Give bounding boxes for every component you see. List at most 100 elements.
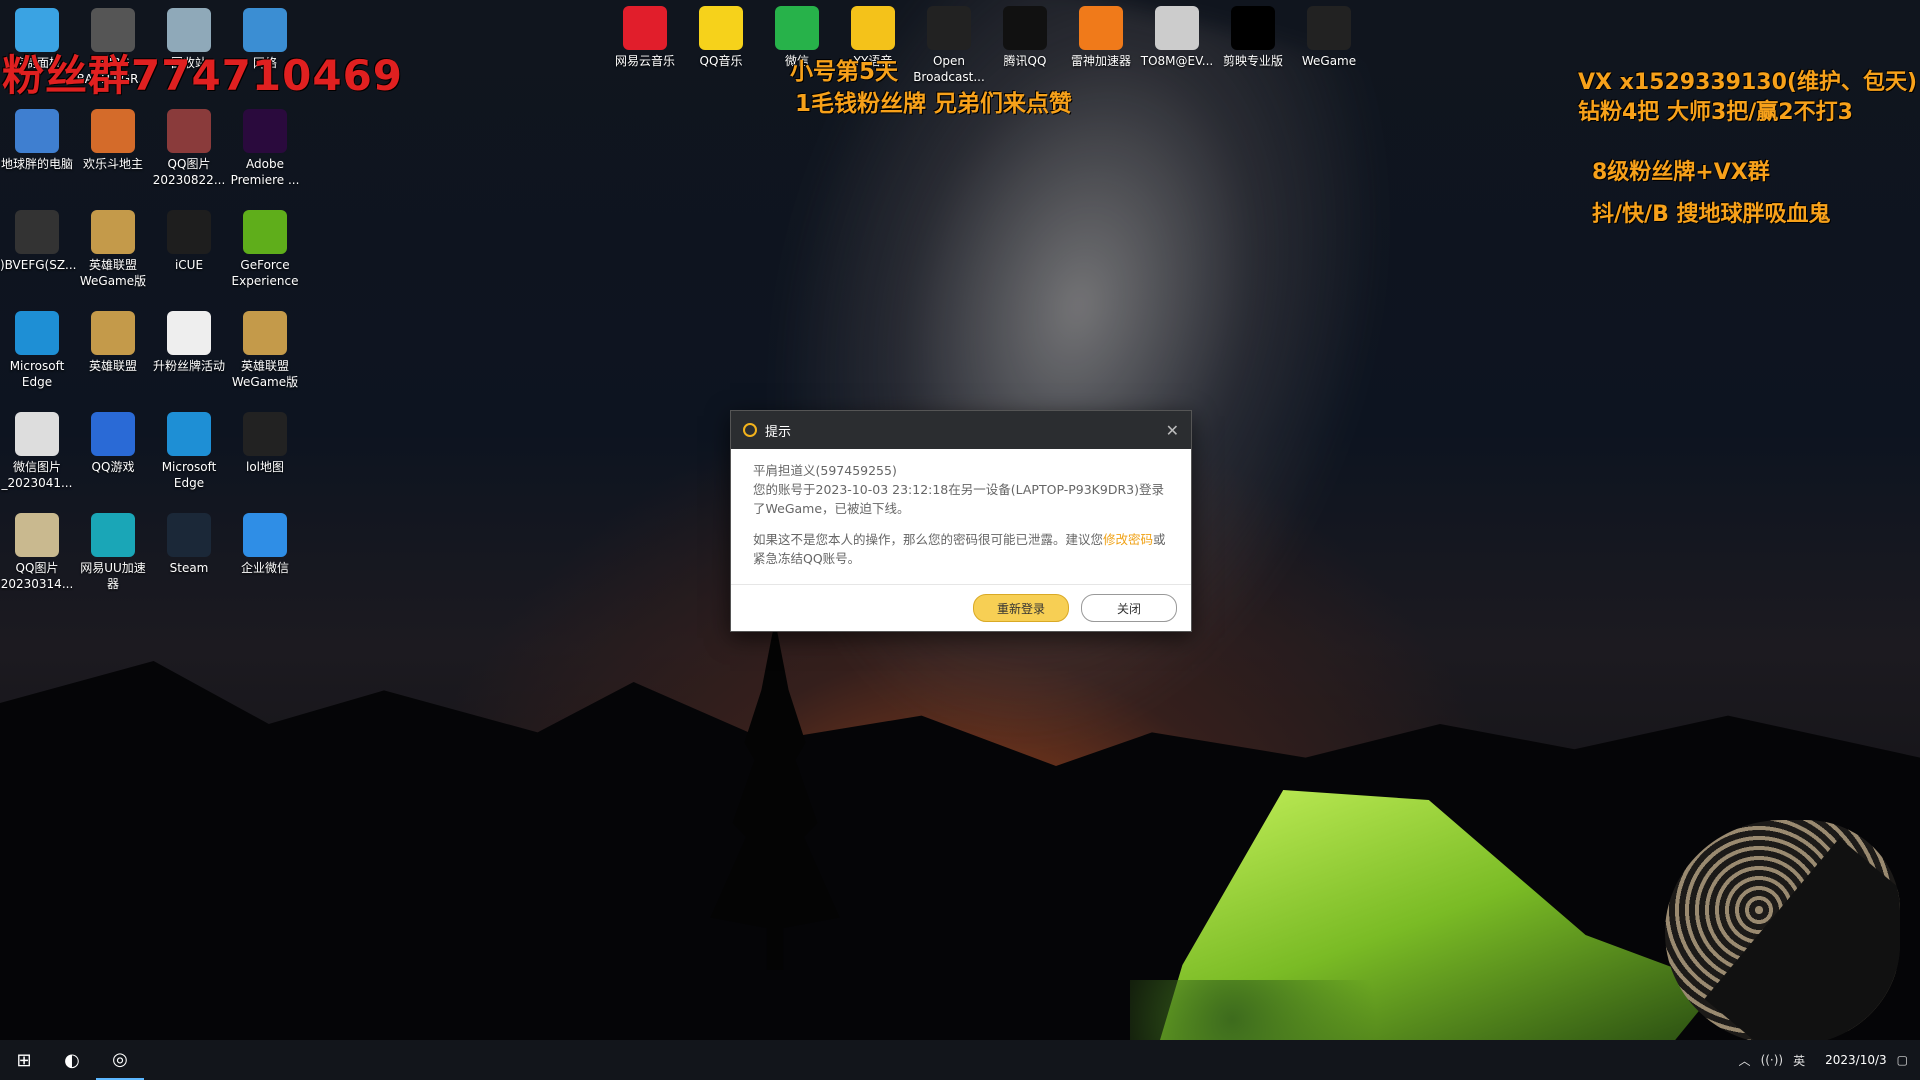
desktop-icon[interactable]: iCUE [152,210,226,273]
desktop-icon-label: GeForce Experience [231,258,299,288]
taskbar: ⊞ ◐ ◎ ︿ ((·)) 英 2023/10/3 ▢ [0,1040,1920,1080]
computer-icon [15,109,59,153]
desktop-icon-label: 网易云音乐 [614,54,675,68]
desktop-icon-label: Adobe Premiere ... [230,157,300,187]
desktop-icon[interactable]: Steam [152,513,226,576]
image-icon [167,109,211,153]
document-icon [167,311,211,355]
lol-icon [91,311,135,355]
desktop-icon-label: 欢乐斗地主 [82,157,143,171]
desktop-icon[interactable]: 英雄联盟WeGame版 [76,210,150,289]
icue-icon [167,210,211,254]
steam-icon [167,513,211,557]
desktop-icon-label: 网易UU加速器 [80,561,146,591]
qq-music-icon [699,6,743,50]
desktop-icon[interactable]: 网易UU加速器 [76,513,150,592]
desktop-icon-label: QQ音乐 [699,54,743,68]
doudizhu-icon [91,109,135,153]
desktop-icon-label: 地球胖的电脑 [0,157,73,171]
dialog-close-icon[interactable]: ✕ [1166,421,1179,440]
desktop-icon-label: 剪映专业版 [1222,54,1283,68]
wegame-logout-dialog: 提示 ✕ 平肩担道义(597459255) 您的账号于2023-10-03 23… [730,410,1192,632]
tray-expand-icon[interactable]: ︿ [1739,1052,1751,1069]
desktop-icon[interactable]: )BVEFG(SZ... [0,210,77,273]
desktop-icon-label: 英雄联盟 [88,359,137,373]
desktop-icon[interactable]: QQ图片20230822... [152,109,226,188]
change-password-link[interactable]: 修改密码 [1103,532,1153,547]
desktop-icon[interactable]: 地球胖的电脑 [0,109,74,172]
edge-icon [15,311,59,355]
desktop-icon[interactable]: Open Broadcast... [912,6,986,85]
map-icon [243,412,287,456]
taskbar-obs-icon[interactable]: ◐ [48,1040,96,1080]
account-name: 平肩担道义(597459255) [753,463,897,478]
overlay-rank-text: 钻粉4把 大师3把/赢2不打3 [1578,100,1853,125]
webcam-overlay [1665,820,1900,1045]
desktop-icon[interactable]: WeGame [1292,6,1366,69]
desktop-icon-label: WeGame [1301,54,1357,68]
dialog-body: 平肩担道义(597459255) 您的账号于2023-10-03 23:12:1… [731,449,1191,568]
capcut-icon [1231,6,1275,50]
image-icon [1155,6,1199,50]
desktop-icon[interactable]: 腾讯QQ [988,6,1062,69]
desktop-icon[interactable]: QQ图片20230314... [0,513,74,592]
dialog-titlebar[interactable]: 提示 ✕ [731,411,1191,449]
desktop-icon[interactable]: lol地图 [228,412,302,475]
desktop-icon-label: Microsoft Edge [9,359,65,389]
desktop-icon[interactable]: 企业微信 [228,513,302,576]
desktop-icon[interactable]: 雷神加速器 [1064,6,1138,69]
desktop-icon[interactable]: 英雄联盟 [76,311,150,374]
desktop-icon[interactable]: QQ音乐 [684,6,758,69]
uu-icon [91,513,135,557]
desktop-icon-label: QQ游戏 [91,460,135,474]
screenshot-icon [15,210,59,254]
geforce-icon [243,210,287,254]
desktop-icon-label: 企业微信 [240,561,289,575]
desktop-icon-label: QQ图片20230822... [152,157,226,187]
edge-icon [167,412,211,456]
taskbar-uu-icon[interactable]: ◎ [96,1040,144,1080]
notification-icon[interactable]: ▢ [1897,1053,1908,1067]
desktop-icon-label: iCUE [174,258,204,272]
leishen-icon [1079,6,1123,50]
desktop-icon-label: 微信图片_2023041... [1,460,73,490]
desktop-icon[interactable]: 微信图片_2023041... [0,412,74,491]
overlay-fan-badge-text: 1毛钱粉丝牌 兄弟们来点赞 [795,91,1073,117]
desktop-icon-label: Open Broadcast... [913,54,985,84]
desktop-icon[interactable]: Adobe Premiere ... [228,109,302,188]
desktop-icon[interactable]: GeForce Experience [228,210,302,289]
tray-wifi-icon[interactable]: ((·)) [1761,1053,1784,1067]
lol-icon [243,311,287,355]
taskbar-date[interactable]: 2023/10/3 [1825,1053,1887,1067]
desktop-icon[interactable]: Microsoft Edge [152,412,226,491]
desktop-icon-label: QQ图片20230314... [0,561,74,591]
desktop-icon[interactable]: 升粉丝牌活动 [152,311,226,374]
desktop-icon-label: lol地图 [245,460,284,474]
wecom-icon [243,513,287,557]
dialog-title: 提示 [765,424,792,440]
desktop-icon-label: Steam [169,561,209,575]
relogin-button[interactable]: 重新登录 [973,594,1069,622]
security-warning: 如果这不是您本人的操作，那么您的密码很可能已泄露。建议您 [753,532,1104,547]
overlay-search-text: 抖/快/B 搜地球胖吸血鬼 [1592,202,1831,227]
desktop-icon[interactable]: QQ游戏 [76,412,150,475]
overlay-fan-group-text: 粉丝群774710469 [2,51,404,100]
tray-ime-icon[interactable]: 英 [1793,1052,1805,1069]
desktop-icon[interactable]: Microsoft Edge [0,311,74,390]
qq-icon [1003,6,1047,50]
desktop-icon[interactable]: 英雄联盟WeGame版 [228,311,302,390]
netease-music-icon [623,6,667,50]
start-button[interactable]: ⊞ [0,1040,48,1080]
wegame-icon [1307,6,1351,50]
wegame-logo-icon [743,423,757,437]
overlay-day-text: 小号第5天 [790,59,899,85]
desktop-icon[interactable]: 剪映专业版 [1216,6,1290,69]
desktop-icon[interactable]: 欢乐斗地主 [76,109,150,172]
desktop-icon[interactable]: TO8M@EV... [1140,6,1214,69]
desktop-icon[interactable]: 网易云音乐 [608,6,682,69]
desktop-icon-label: 英雄联盟WeGame版 [231,359,299,389]
close-button[interactable]: 关闭 [1081,594,1177,622]
premiere-icon [243,109,287,153]
qq-game-icon [91,412,135,456]
desktop-icon-label: 雷神加速器 [1070,54,1131,68]
